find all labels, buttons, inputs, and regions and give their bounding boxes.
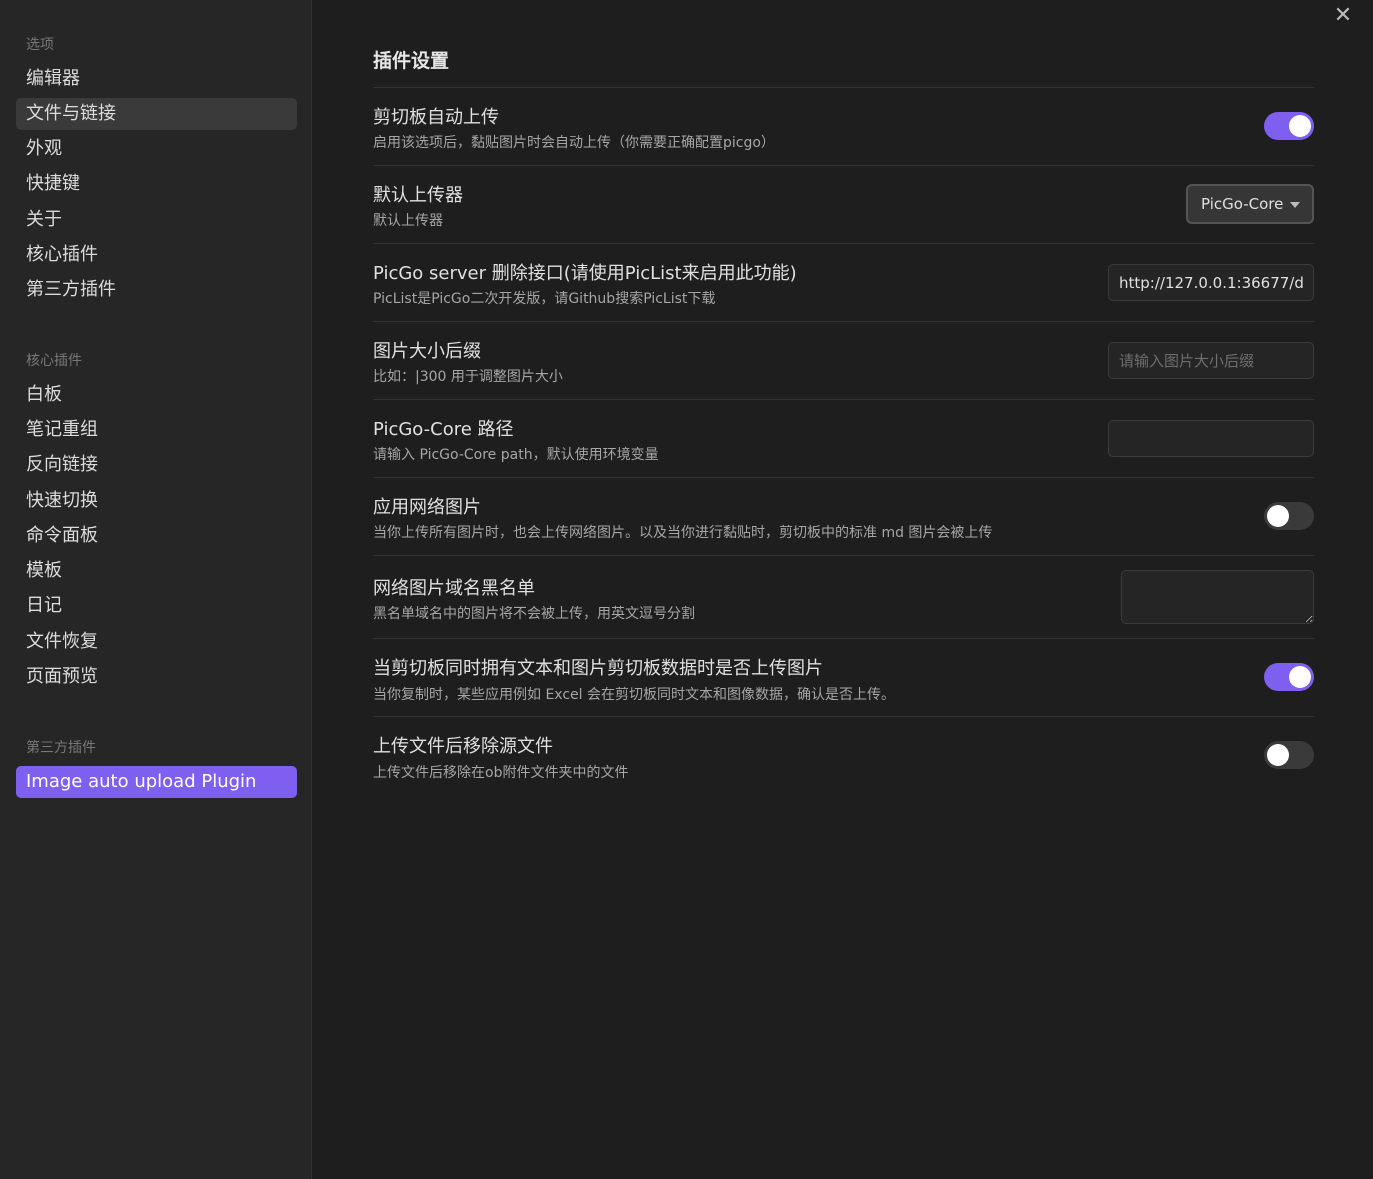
sidebar-item-canvas[interactable]: 白板 xyxy=(16,379,297,411)
setting-name-clipboard-text-image: 当剪切板同时拥有文本和图片剪切板数据时是否上传图片 xyxy=(373,658,823,679)
divider xyxy=(373,87,1314,88)
divider xyxy=(373,321,1314,322)
setting-desc-picgo-delete-endpoint: PicList是PicGo二次开发版，请Github搜索PicList下载 xyxy=(373,291,716,307)
divider xyxy=(373,555,1314,556)
setting-name-picgo-delete-endpoint: PicGo server 删除接口(请使用PicList来启用此功能) xyxy=(373,263,797,284)
sidebar-group-title-core-plugins: 核心插件 xyxy=(26,353,82,369)
setting-name-image-size-suffix: 图片大小后缀 xyxy=(373,341,481,362)
setting-desc-image-size-suffix: 比如：|300 用于调整图片大小 xyxy=(373,369,563,385)
sidebar-group-title-community-plugins: 第三方插件 xyxy=(26,740,96,756)
divider xyxy=(373,716,1314,717)
domain-blacklist-textarea[interactable] xyxy=(1121,570,1314,624)
settings-content: 插件设置 剪切板自动上传 启用该选项后，黏贴图片时会自动上传（你需要正确配置pi… xyxy=(313,0,1373,1179)
sidebar-item-hotkeys[interactable]: 快捷键 xyxy=(16,168,297,200)
sidebar-item-templates[interactable]: 模板 xyxy=(16,555,297,587)
setting-name-default-uploader: 默认上传器 xyxy=(373,185,463,206)
picgo-delete-endpoint-input[interactable] xyxy=(1108,264,1314,301)
page-title: 插件设置 xyxy=(373,50,450,72)
setting-name-picgo-core-path: PicGo-Core 路径 xyxy=(373,419,514,440)
setting-desc-default-uploader: 默认上传器 xyxy=(373,213,443,229)
toggle-remove-source-file[interactable] xyxy=(1264,741,1314,769)
toggle-network-images[interactable] xyxy=(1264,502,1314,530)
sidebar-item-file-recovery[interactable]: 文件恢复 xyxy=(16,626,297,658)
toggle-knob xyxy=(1267,505,1289,527)
sidebar-item-editor[interactable]: 编辑器 xyxy=(16,63,297,95)
chevron-down-icon xyxy=(1290,202,1300,208)
setting-desc-clipboard-text-image: 当你复制时，某些应用例如 Excel 会在剪切板同时文本和图像数据，确认是否上传… xyxy=(373,687,895,703)
setting-name-remove-source-file: 上传文件后移除源文件 xyxy=(373,736,553,757)
toggle-knob xyxy=(1289,666,1311,688)
setting-desc-network-images: 当你上传所有图片时，也会上传网络图片。以及当你进行黏贴时，剪切板中的标准 md … xyxy=(373,525,993,541)
divider xyxy=(373,638,1314,639)
divider xyxy=(373,243,1314,244)
default-uploader-value: PicGo-Core xyxy=(1201,195,1284,213)
sidebar-item-files-links[interactable]: 文件与链接 xyxy=(16,98,297,130)
toggle-clipboard-auto-upload[interactable] xyxy=(1264,112,1314,140)
default-uploader-select[interactable]: PicGo-Core xyxy=(1186,184,1314,224)
setting-desc-remove-source-file: 上传文件后移除在ob附件文件夹中的文件 xyxy=(373,765,629,781)
sidebar-item-quick-switcher[interactable]: 快速切换 xyxy=(16,485,297,517)
sidebar-item-backlinks[interactable]: 反向链接 xyxy=(16,449,297,481)
sidebar-item-appearance[interactable]: 外观 xyxy=(16,133,297,165)
image-size-suffix-input[interactable] xyxy=(1108,342,1314,379)
toggle-clipboard-text-image[interactable] xyxy=(1264,663,1314,691)
setting-desc-picgo-core-path: 请输入 PicGo-Core path，默认使用环境变量 xyxy=(373,447,659,463)
toggle-knob xyxy=(1267,744,1289,766)
sidebar-item-image-auto-upload[interactable]: Image auto upload Plugin xyxy=(16,766,297,798)
picgo-core-path-input[interactable] xyxy=(1108,420,1314,457)
sidebar-item-about[interactable]: 关于 xyxy=(16,204,297,236)
sidebar-item-community-plugins[interactable]: 第三方插件 xyxy=(16,274,297,306)
setting-name-network-images: 应用网络图片 xyxy=(373,497,481,518)
toggle-knob xyxy=(1289,115,1311,137)
setting-name-domain-blacklist: 网络图片域名黑名单 xyxy=(373,578,535,599)
setting-desc-domain-blacklist: 黑名单域名中的图片将不会被上传，用英文逗号分割 xyxy=(373,606,695,622)
divider xyxy=(373,165,1314,166)
sidebar-item-daily-notes[interactable]: 日记 xyxy=(16,590,297,622)
divider xyxy=(373,399,1314,400)
sidebar-item-note-composer[interactable]: 笔记重组 xyxy=(16,414,297,446)
setting-name-clipboard-auto-upload: 剪切板自动上传 xyxy=(373,107,499,128)
sidebar-item-core-plugins[interactable]: 核心插件 xyxy=(16,239,297,271)
setting-desc-clipboard-auto-upload: 启用该选项后，黏贴图片时会自动上传（你需要正确配置picgo） xyxy=(373,135,775,151)
sidebar-item-command-palette[interactable]: 命令面板 xyxy=(16,520,297,552)
sidebar-group-title-options: 选项 xyxy=(26,37,54,53)
settings-sidebar: 选项 编辑器 文件与链接 外观 快捷键 关于 核心插件 第三方插件 核心插件 白… xyxy=(0,0,312,1179)
sidebar-item-page-preview[interactable]: 页面预览 xyxy=(16,661,297,693)
divider xyxy=(373,477,1314,478)
